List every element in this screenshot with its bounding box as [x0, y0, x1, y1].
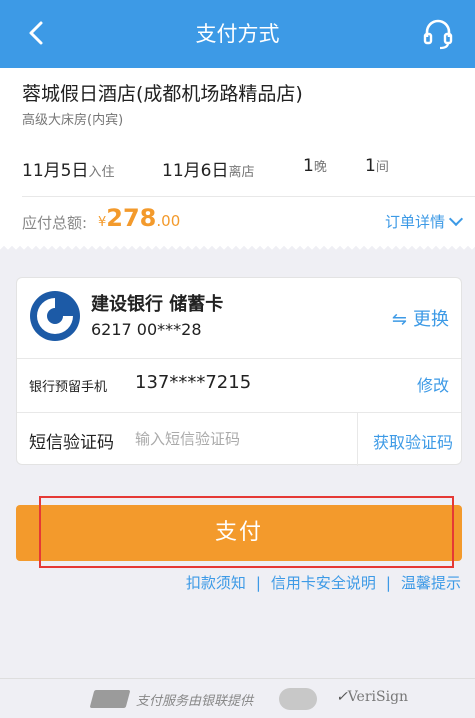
- headset-icon[interactable]: [421, 17, 455, 51]
- verisign-text: VeriSign: [347, 689, 409, 705]
- link-tips[interactable]: 温馨提示: [401, 574, 461, 592]
- security-seal-icon: [279, 688, 317, 710]
- help-links: 扣款须知 | 信用卡安全说明 | 温馨提示: [0, 572, 475, 593]
- link-separator: |: [385, 574, 391, 592]
- unionpay-logo: [89, 690, 131, 708]
- total-amount: ¥278.00: [98, 204, 180, 232]
- ccb-logo-icon: [30, 291, 80, 341]
- divider: [0, 678, 475, 679]
- total-label: 应付总额:: [22, 214, 88, 232]
- checkin-label: 入住: [88, 165, 115, 180]
- rooms-unit: 间: [375, 160, 389, 175]
- divider: [17, 412, 461, 413]
- change-card-button[interactable]: ⇋ 更换: [392, 305, 449, 331]
- modify-phone-button[interactable]: 修改: [417, 372, 449, 396]
- rooms: 1间: [365, 156, 389, 176]
- order-summary: 蓉城假日酒店(成都机场路精品店) 高级大床房(内宾) 11月5日入住 11月6日…: [0, 68, 475, 244]
- verisign-logo: ✓VeriSign: [336, 689, 408, 705]
- link-deduction-notice[interactable]: 扣款须知: [186, 574, 246, 592]
- rooms-value: 1: [365, 156, 376, 176]
- checkout-label: 离店: [228, 165, 255, 180]
- phone-number: 137****7215: [135, 372, 252, 393]
- sms-code-input[interactable]: [135, 424, 355, 454]
- nights-value: 1: [303, 156, 314, 176]
- change-card-label: 更换: [413, 309, 449, 330]
- navbar: 支付方式: [0, 0, 475, 68]
- footer: 支付服务由银联提供 ✓VeriSign: [0, 678, 475, 718]
- order-detail-label: 订单详情: [384, 213, 445, 231]
- receipt-edge: [0, 244, 475, 252]
- card-number: 6217 00***28: [91, 320, 202, 339]
- swap-arrows-icon: ⇋: [391, 309, 407, 330]
- checkout: 11月6日离店: [162, 156, 254, 181]
- bank-name: 建设银行 储蓄卡: [91, 294, 224, 315]
- checkout-date: 11月6日: [162, 161, 229, 181]
- total-integer: 278: [106, 204, 157, 232]
- nights-unit: 晚: [313, 160, 327, 175]
- order-detail-link[interactable]: 订单详情: [384, 211, 464, 232]
- divider: [22, 196, 475, 197]
- unionpay-provider-text: 支付服务由银联提供: [136, 694, 254, 709]
- divider: [357, 412, 358, 466]
- checkin-date: 11月5日: [22, 161, 89, 181]
- link-credit-card-security[interactable]: 信用卡安全说明: [271, 574, 376, 592]
- check-icon: ✓: [336, 689, 348, 705]
- sms-code-label: 短信验证码: [29, 433, 114, 453]
- get-code-button[interactable]: 获取验证码: [373, 429, 453, 453]
- total-decimal: .00: [156, 212, 181, 230]
- payment-card-panel: 建设银行 储蓄卡 6217 00***28 ⇋ 更换 银行预留手机 137****…: [16, 277, 462, 466]
- pay-button[interactable]: 支付: [16, 505, 462, 561]
- nights: 1晚: [303, 156, 327, 176]
- page-title: 支付方式: [195, 22, 280, 46]
- chevron-down-icon: [448, 211, 464, 227]
- hotel-name: 蓉城假日酒店(成都机场路精品店): [22, 83, 303, 105]
- room-type: 高级大床房(内宾): [22, 113, 124, 128]
- checkin: 11月5日入住: [22, 156, 114, 181]
- divider: [17, 358, 461, 359]
- phone-label: 银行预留手机: [29, 380, 108, 395]
- link-separator: |: [255, 574, 261, 592]
